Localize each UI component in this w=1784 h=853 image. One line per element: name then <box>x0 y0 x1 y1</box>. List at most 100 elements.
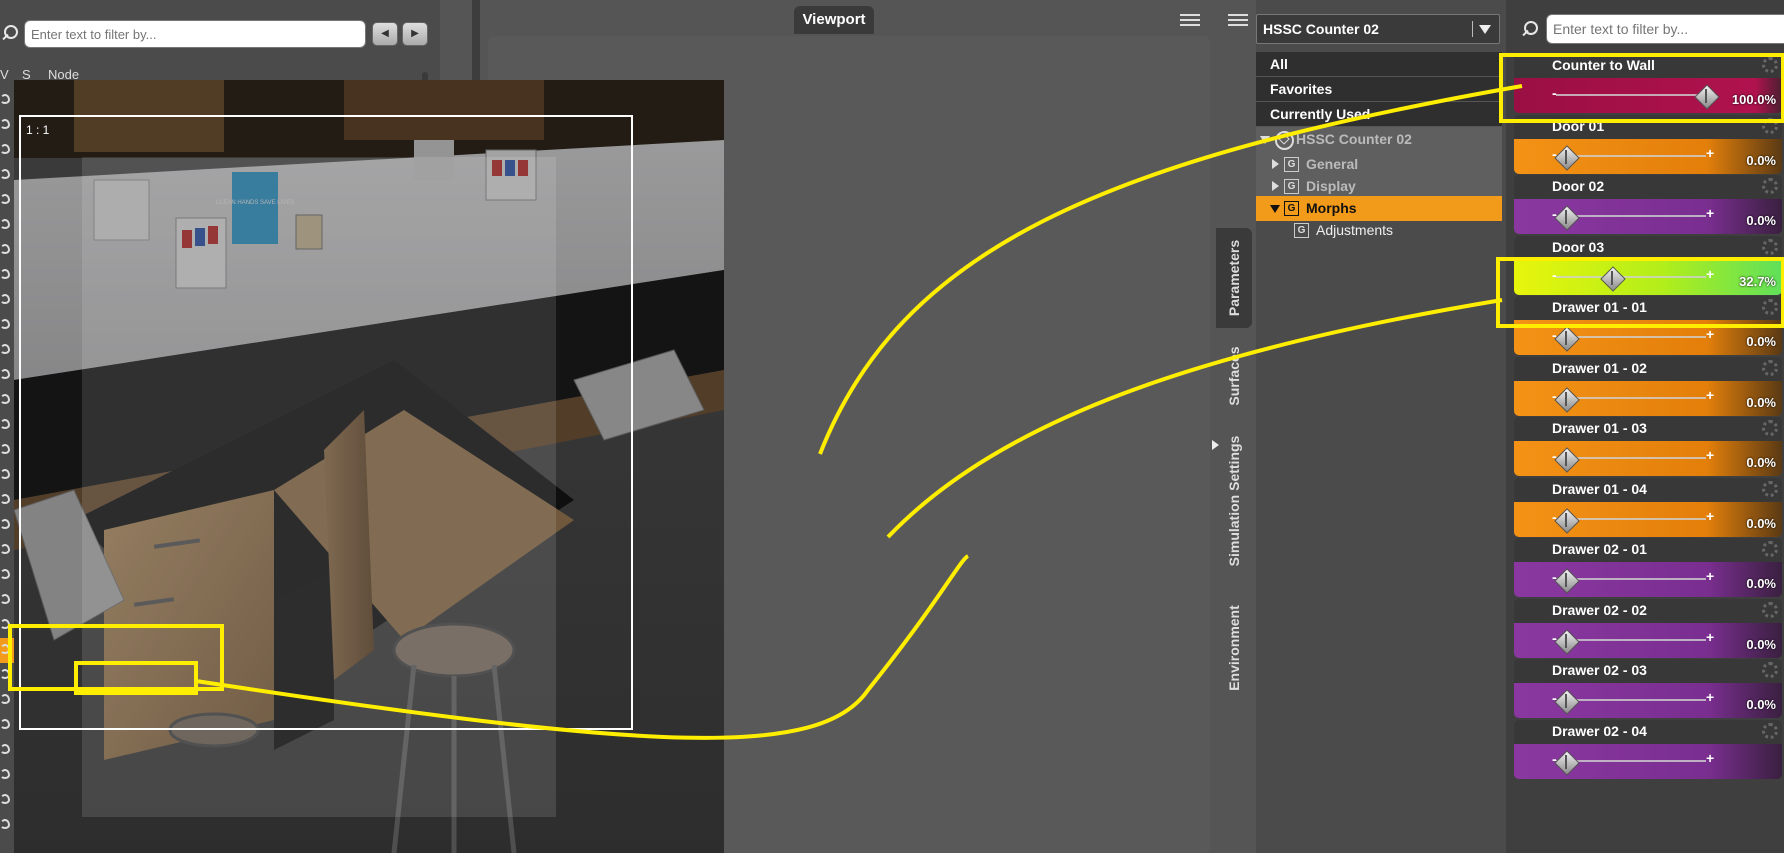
params-menu-icon[interactable] <box>1228 12 1250 28</box>
visibility-eye-icon[interactable] <box>0 594 10 604</box>
visibility-eye-icon[interactable] <box>0 119 10 129</box>
morph-slider-drawer-01-01[interactable]: Drawer 01 - 01 - +0.0% <box>1514 296 1782 355</box>
slider-value[interactable]: 0.0% <box>1746 697 1776 712</box>
slider-bar[interactable]: - + <box>1514 743 1782 779</box>
visibility-eye-icon[interactable] <box>0 344 10 354</box>
visibility-eye-icon[interactable] <box>0 644 10 654</box>
slider-knob[interactable] <box>1555 146 1577 168</box>
visibility-eye-icon[interactable] <box>0 769 10 779</box>
scene-filter-input[interactable] <box>24 20 366 48</box>
slider-knob[interactable] <box>1555 206 1577 228</box>
visibility-eye-icon[interactable] <box>0 144 10 154</box>
viewport-tab[interactable]: Viewport <box>794 6 874 34</box>
filter-all[interactable]: All <box>1256 52 1502 77</box>
collapse-toggle-icon[interactable] <box>1272 159 1279 169</box>
tab-simulation-settings[interactable]: Simulation Settings <box>1216 426 1252 576</box>
slider-value[interactable]: 100.0% <box>1732 92 1776 107</box>
slider-knob[interactable] <box>1601 267 1623 289</box>
visibility-eye-icon[interactable] <box>0 419 10 429</box>
gear-icon[interactable] <box>1762 117 1778 134</box>
slider-knob[interactable] <box>1695 85 1717 107</box>
visibility-eye-icon[interactable] <box>0 619 10 629</box>
viewport-menu-icon[interactable] <box>1180 12 1202 28</box>
slider-bar[interactable]: - +0.0% <box>1514 380 1782 416</box>
gear-icon[interactable] <box>1762 480 1778 497</box>
morph-slider-door-01[interactable]: Door 01 - +0.0% <box>1514 114 1782 174</box>
gear-icon[interactable] <box>1762 722 1778 739</box>
visibility-eye-icon[interactable] <box>0 469 10 479</box>
filter-prev-button[interactable]: ◀ <box>372 22 398 46</box>
gear-icon[interactable] <box>1762 541 1778 557</box>
increment-button[interactable]: + <box>1706 266 1714 282</box>
visibility-eye-icon[interactable] <box>0 244 10 254</box>
slider-track[interactable] <box>1556 94 1706 96</box>
increment-button[interactable]: + <box>1706 447 1714 463</box>
morph-slider-drawer-01-02[interactable]: Drawer 01 - 02 - +0.0% <box>1514 356 1782 416</box>
visibility-eye-icon[interactable] <box>0 794 10 804</box>
filter-favorites[interactable]: Favorites <box>1256 77 1502 102</box>
chevron-down-icon[interactable] <box>1479 25 1491 34</box>
collapse-right-arrow-icon[interactable] <box>1212 440 1219 450</box>
gear-icon[interactable] <box>1762 238 1778 255</box>
morph-slider-counter-to-wall[interactable]: Counter to Wall - +100.0% <box>1514 54 1782 113</box>
slider-bar[interactable]: - +0.0% <box>1514 683 1782 718</box>
slider-knob[interactable] <box>1555 388 1577 410</box>
morph-slider-drawer-02-03[interactable]: Drawer 02 - 03 - +0.0% <box>1514 659 1782 718</box>
morph-slider-drawer-01-04[interactable]: Drawer 01 - 04 - +0.0% <box>1514 477 1782 537</box>
visibility-eye-icon[interactable] <box>0 194 10 204</box>
morph-slider-drawer-02-02[interactable]: Drawer 02 - 02 - +0.0% <box>1514 598 1782 658</box>
increment-button[interactable]: + <box>1706 205 1714 221</box>
decrement-button[interactable]: - <box>1552 267 1557 283</box>
tab-surfaces[interactable]: Surfaces <box>1216 336 1252 416</box>
visibility-eye-icon[interactable] <box>0 369 10 379</box>
visibility-eye-icon[interactable] <box>0 394 10 404</box>
gear-icon[interactable] <box>1762 57 1778 73</box>
slider-bar[interactable]: - +0.0% <box>1514 199 1782 234</box>
visibility-eye-icon[interactable] <box>0 494 10 504</box>
slider-knob[interactable] <box>1555 448 1577 470</box>
visibility-eye-icon[interactable] <box>0 694 10 704</box>
visibility-eye-icon[interactable] <box>0 169 10 179</box>
column-visible[interactable]: V <box>0 67 9 82</box>
slider-value[interactable]: 0.0% <box>1746 637 1776 652</box>
increment-button[interactable]: + <box>1706 568 1714 584</box>
gear-icon[interactable] <box>1762 601 1778 618</box>
slider-knob[interactable] <box>1555 509 1577 531</box>
morph-slider-drawer-02-01[interactable]: Drawer 02 - 01 - +0.0% <box>1514 538 1782 597</box>
tab-environment[interactable]: Environment <box>1216 588 1252 708</box>
slider-value[interactable]: 0.0% <box>1746 576 1776 591</box>
search-icon[interactable] <box>1520 20 1538 38</box>
slider-knob[interactable] <box>1555 630 1577 652</box>
slider-value[interactable]: 0.0% <box>1746 213 1776 228</box>
slider-bar[interactable]: - +0.0% <box>1514 562 1782 597</box>
slider-value[interactable]: 0.0% <box>1746 516 1776 531</box>
increment-button[interactable]: + <box>1706 689 1714 705</box>
visibility-eye-icon[interactable] <box>0 269 10 279</box>
slider-value[interactable]: 0.0% <box>1746 455 1776 470</box>
expand-toggle-icon[interactable] <box>1270 205 1280 213</box>
morph-slider-door-03[interactable]: Door 03 - +32.7% <box>1514 235 1782 295</box>
slider-bar[interactable]: - +0.0% <box>1514 138 1782 174</box>
slider-value[interactable]: 0.0% <box>1746 153 1776 168</box>
slider-value[interactable]: 0.0% <box>1746 395 1776 410</box>
parameter-filter-input[interactable] <box>1546 14 1784 44</box>
slider-value[interactable]: 32.7% <box>1739 274 1776 289</box>
collapse-toggle-icon[interactable] <box>1272 181 1279 191</box>
visibility-eye-icon[interactable] <box>0 444 10 454</box>
gear-icon[interactable] <box>1762 662 1778 678</box>
gear-icon[interactable] <box>1762 420 1778 436</box>
visibility-eye-icon[interactable] <box>0 294 10 304</box>
slider-knob[interactable] <box>1555 751 1577 773</box>
slider-bar[interactable]: - +0.0% <box>1514 320 1782 355</box>
morph-slider-door-02[interactable]: Door 02 - +0.0% <box>1514 175 1782 234</box>
visibility-eye-icon[interactable] <box>0 319 10 329</box>
visibility-eye-icon[interactable] <box>0 669 10 679</box>
visibility-eye-icon[interactable] <box>0 544 10 554</box>
increment-button[interactable]: + <box>1706 387 1714 403</box>
gear-icon[interactable] <box>1762 299 1778 315</box>
filter-next-button[interactable]: ▶ <box>402 22 428 46</box>
increment-button[interactable]: + <box>1706 145 1714 161</box>
node-selector-dropdown[interactable]: HSSC Counter 02 <box>1256 14 1500 44</box>
morph-slider-drawer-01-03[interactable]: Drawer 01 - 03 - +0.0% <box>1514 417 1782 476</box>
slider-bar[interactable]: - +0.0% <box>1514 501 1782 537</box>
